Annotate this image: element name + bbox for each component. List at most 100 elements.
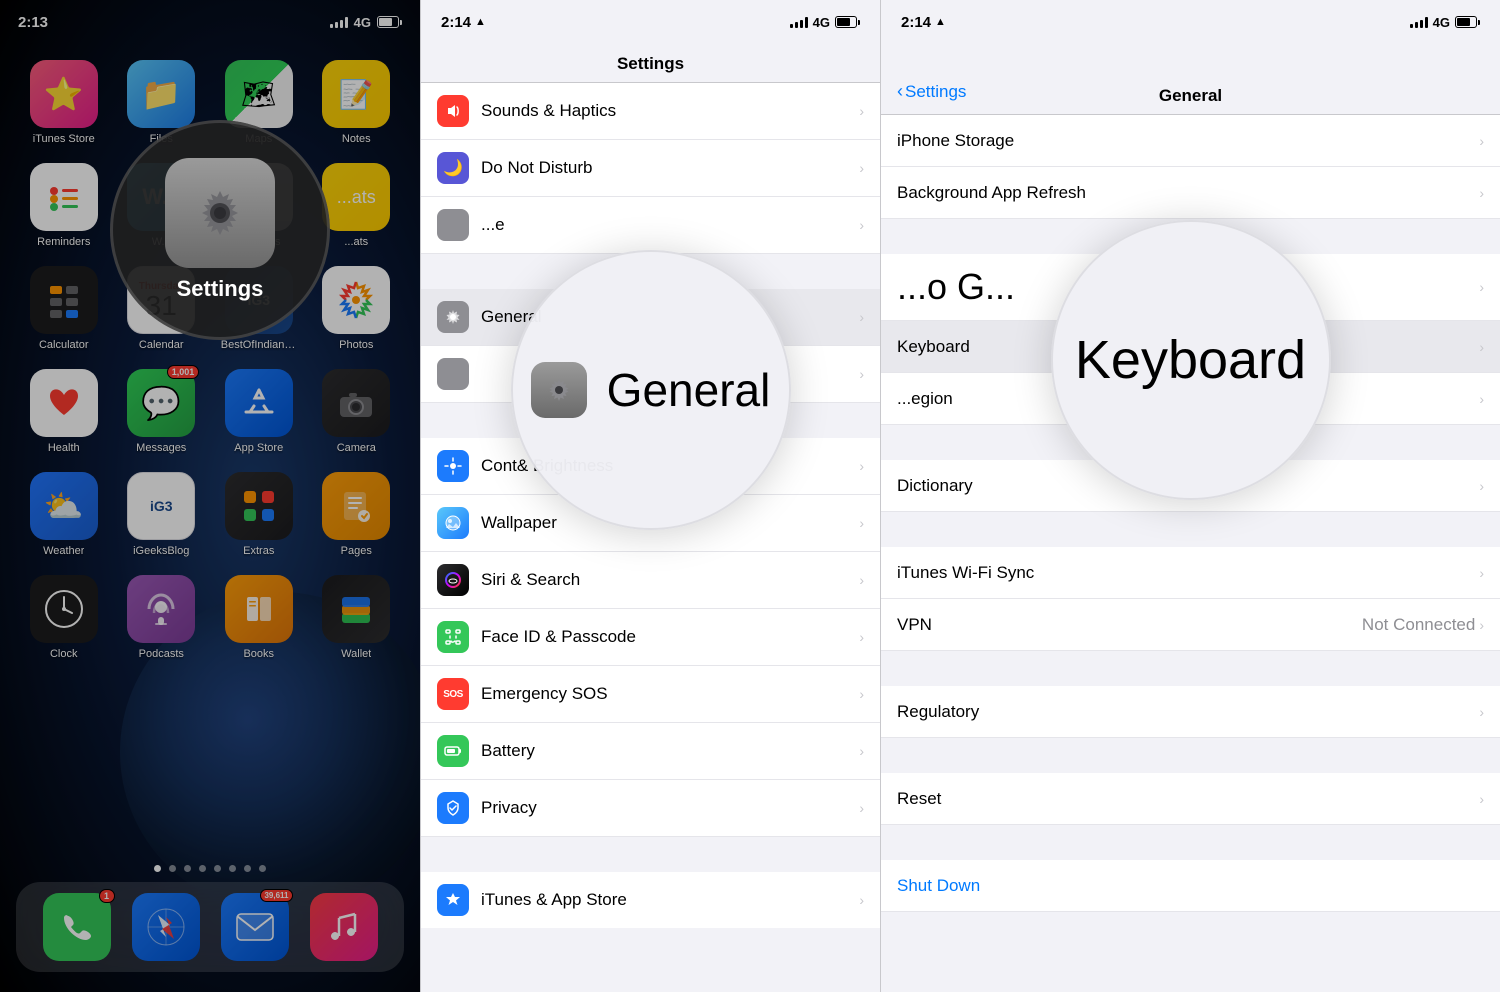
sounds-label: Sounds & Haptics xyxy=(481,101,855,121)
dock-music[interactable] xyxy=(310,893,378,961)
app-health[interactable]: Health xyxy=(20,369,108,454)
dock-phone-icon[interactable]: 1 xyxy=(43,893,111,961)
app-clock-icon[interactable] xyxy=(30,575,98,643)
dock-mail[interactable]: 39,611 xyxy=(221,893,289,961)
faceid-icon xyxy=(437,621,469,653)
app-extras-icon[interactable] xyxy=(225,472,293,540)
app-weather-icon[interactable]: ⛅ xyxy=(30,472,98,540)
s-bar1 xyxy=(790,24,793,28)
app-appstore-icon[interactable] xyxy=(225,369,293,437)
app-pages-icon[interactable] xyxy=(322,472,390,540)
settings-time-text: 2:14 xyxy=(441,14,471,31)
vpn-label: VPN xyxy=(897,615,1362,635)
app-camera[interactable]: Camera xyxy=(313,369,401,454)
app-igeeks[interactable]: iG3 iGeeksBlog xyxy=(118,472,206,557)
settings-row-privacy[interactable]: Privacy › xyxy=(421,780,880,837)
back-label: Settings xyxy=(905,82,966,102)
settings-row-dnd[interactable]: 🌙 Do Not Disturb › xyxy=(421,140,880,197)
app-appstore[interactable]: App Store xyxy=(215,369,303,454)
extras-svg xyxy=(239,486,279,526)
general-battery-tip xyxy=(1478,20,1480,25)
settings-row-sounds[interactable]: Sounds & Haptics › xyxy=(421,83,880,140)
general-row-storage[interactable]: iPhone Storage › xyxy=(881,115,1500,167)
app-reminders-icon[interactable] xyxy=(30,163,98,231)
app-maps-icon[interactable]: 🗺 xyxy=(225,60,293,128)
app-notes-icon[interactable]: 📝 xyxy=(322,60,390,128)
app-books-icon[interactable] xyxy=(225,575,293,643)
messages-glyph: 💬 xyxy=(141,384,181,422)
app-ats-icon[interactable]: ...ats xyxy=(322,163,390,231)
dock-phone[interactable]: 1 xyxy=(43,893,111,961)
settings-status-bar: 2:14 ▲ 4G xyxy=(421,0,880,44)
app-extras[interactable]: Extras xyxy=(215,472,303,557)
partial2-icon xyxy=(437,358,469,390)
itunes-store-chevron: › xyxy=(859,892,864,908)
general-row-bgrefresh[interactable]: Background App Refresh › xyxy=(881,167,1500,219)
app-health-icon[interactable] xyxy=(30,369,98,437)
general-row-regulatory[interactable]: Regulatory › xyxy=(881,686,1500,738)
weather-glyph: ⛅ xyxy=(44,487,84,525)
general-row-shutdown[interactable]: Shut Down xyxy=(881,860,1500,912)
dock-safari-icon[interactable] xyxy=(132,893,200,961)
app-files-icon[interactable]: 📁 xyxy=(127,60,195,128)
reset-label: Reset xyxy=(897,789,1479,809)
app-pages[interactable]: Pages xyxy=(313,472,401,557)
app-notes[interactable]: 📝 Notes xyxy=(313,60,401,145)
dot-4 xyxy=(199,865,206,872)
settings-battery-body xyxy=(835,16,857,28)
faceid-svg xyxy=(444,628,462,646)
app-photos[interactable]: Photos xyxy=(313,266,401,351)
app-weather[interactable]: ⛅ Weather xyxy=(20,472,108,557)
regulatory-label: Regulatory xyxy=(897,702,1479,722)
settings-battery xyxy=(835,16,860,28)
settings-row-battery[interactable]: Battery › xyxy=(421,723,880,780)
app-books[interactable]: Books xyxy=(215,575,303,660)
dnd-icon: 🌙 xyxy=(437,152,469,184)
health-svg xyxy=(44,383,84,423)
app-calculator-icon[interactable] xyxy=(30,266,98,334)
app-messages[interactable]: 💬 1,001 Messages xyxy=(118,369,206,454)
general-row-reset[interactable]: Reset › xyxy=(881,773,1500,825)
settings-title: Settings xyxy=(617,54,684,73)
app-podcasts[interactable]: Podcasts xyxy=(118,575,206,660)
battery-fill-phone xyxy=(379,18,392,26)
appstore-svg xyxy=(240,384,278,422)
app-photos-icon[interactable] xyxy=(322,266,390,334)
faceid-label: Face ID & Passcode xyxy=(481,627,855,647)
app-igeeks-icon[interactable]: iG3 xyxy=(127,472,195,540)
settings-row-partial[interactable]: ...e › xyxy=(421,197,880,254)
dock-mail-icon[interactable]: 39,611 xyxy=(221,893,289,961)
general-divider-5 xyxy=(881,738,1500,773)
settings-row-sos[interactable]: SOS Emergency SOS › xyxy=(421,666,880,723)
dock-safari[interactable] xyxy=(132,893,200,961)
general-battery-fill xyxy=(1457,18,1470,26)
settings-row-faceid[interactable]: Face ID & Passcode › xyxy=(421,609,880,666)
dock-music-icon[interactable] xyxy=(310,893,378,961)
app-itunes-icon[interactable]: ⭐ xyxy=(30,60,98,128)
app-calculator[interactable]: Calculator xyxy=(20,266,108,351)
general-back-button[interactable]: ‹ Settings xyxy=(897,81,966,102)
vpn-value: Not Connected xyxy=(1362,615,1475,635)
settings-row-itunes[interactable]: iTunes & App Store › xyxy=(421,872,880,928)
music-svg xyxy=(325,908,363,946)
app-reminders[interactable]: Reminders xyxy=(20,163,108,248)
vpn-chevron: › xyxy=(1479,617,1484,633)
dot-6 xyxy=(229,865,236,872)
app-podcasts-icon[interactable] xyxy=(127,575,195,643)
dot-3 xyxy=(184,865,191,872)
general-row-itunes-wifi[interactable]: iTunes Wi-Fi Sync › xyxy=(881,547,1500,599)
app-wallet-icon[interactable] xyxy=(322,575,390,643)
battery-svg xyxy=(444,742,462,760)
wallpaper-icon xyxy=(437,507,469,539)
app-itunes[interactable]: ⭐ iTunes Store xyxy=(20,60,108,145)
settings-row-siri[interactable]: Siri & Search › xyxy=(421,552,880,609)
settings-network: 4G xyxy=(813,15,830,30)
settings-list[interactable]: Sounds & Haptics › 🌙 Do Not Disturb › ..… xyxy=(421,83,880,985)
app-clock[interactable]: Clock xyxy=(20,575,108,660)
battery-label: Battery xyxy=(481,741,855,761)
app-wallet[interactable]: Wallet xyxy=(313,575,401,660)
app-messages-icon[interactable]: 💬 1,001 xyxy=(127,369,195,437)
general-row-vpn[interactable]: VPN Not Connected › xyxy=(881,599,1500,651)
app-camera-icon[interactable] xyxy=(322,369,390,437)
dnd-moon: 🌙 xyxy=(443,158,463,178)
